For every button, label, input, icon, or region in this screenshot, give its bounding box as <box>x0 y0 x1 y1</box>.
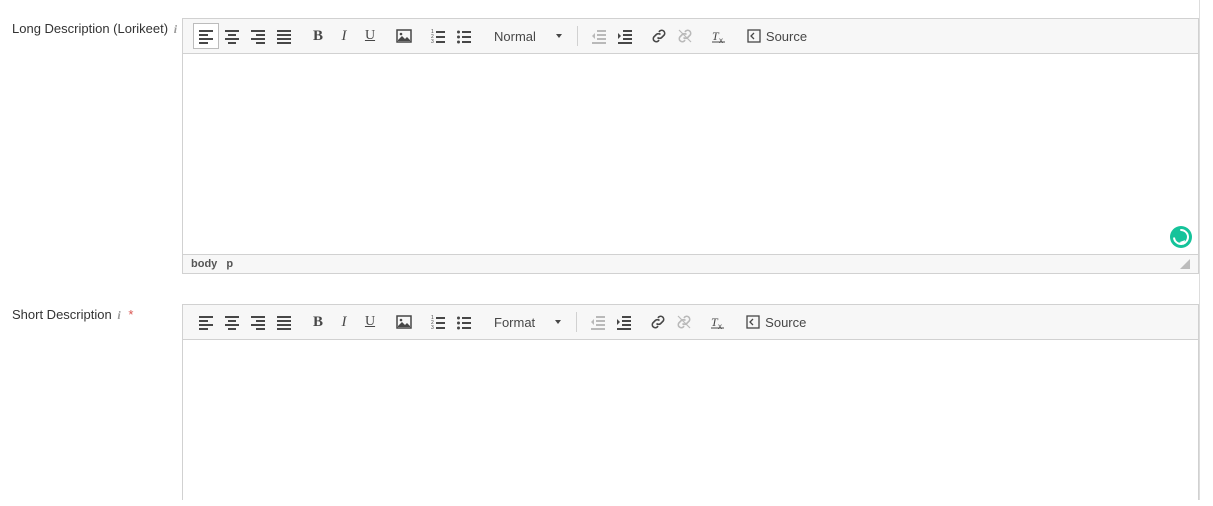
align-right-button[interactable] <box>245 23 271 49</box>
align-justify-button[interactable] <box>271 309 297 335</box>
italic-button[interactable]: I <box>331 23 357 49</box>
source-button[interactable]: Source <box>740 23 813 49</box>
chevron-down-icon <box>556 34 562 38</box>
source-button[interactable]: Source <box>739 309 812 335</box>
link-button[interactable] <box>645 309 671 335</box>
format-selected-label: Format <box>494 315 535 330</box>
underline-button[interactable]: U <box>357 23 383 49</box>
numbered-list-button[interactable] <box>425 23 451 49</box>
long-description-row: Long Description (Lorikeet) i B I U <box>12 18 1199 274</box>
outdent-button[interactable] <box>586 23 612 49</box>
path-segment[interactable]: body <box>191 258 217 270</box>
remove-format-button[interactable] <box>706 23 732 49</box>
source-icon <box>746 28 762 44</box>
bold-button[interactable]: B <box>305 23 331 49</box>
chevron-down-icon <box>555 320 561 324</box>
align-left-button[interactable] <box>193 309 219 335</box>
field-label-text: Short Description <box>12 307 112 322</box>
remove-format-button[interactable] <box>705 309 731 335</box>
format-dropdown[interactable]: Normal <box>485 23 569 49</box>
format-selected-label: Normal <box>494 29 536 44</box>
editor-content-area[interactable] <box>183 340 1198 500</box>
unlink-button[interactable] <box>671 309 697 335</box>
format-dropdown[interactable]: Format <box>485 309 568 335</box>
info-icon[interactable]: i <box>117 307 120 324</box>
bullet-list-button[interactable] <box>451 309 477 335</box>
field-label-text: Long Description (Lorikeet) <box>12 21 168 36</box>
required-indicator: * <box>128 307 133 322</box>
editor-toolbar: B I U Format <box>183 305 1198 340</box>
align-center-button[interactable] <box>219 309 245 335</box>
short-description-row: Short Description i * B I U <box>12 304 1199 500</box>
bold-button[interactable]: B <box>305 309 331 335</box>
align-center-button[interactable] <box>219 23 245 49</box>
unlink-button[interactable] <box>672 23 698 49</box>
align-left-button[interactable] <box>193 23 219 49</box>
align-right-button[interactable] <box>245 309 271 335</box>
italic-button[interactable]: I <box>331 309 357 335</box>
source-icon <box>745 314 761 330</box>
long-description-editor: B I U Normal <box>182 18 1199 274</box>
source-label: Source <box>765 315 806 330</box>
short-description-label: Short Description i * <box>12 304 182 324</box>
toolbar-separator <box>577 26 578 46</box>
editor-elements-path: body p <box>183 254 1198 273</box>
image-button[interactable] <box>391 23 417 49</box>
long-description-label: Long Description (Lorikeet) i <box>12 18 182 38</box>
resize-handle[interactable] <box>1180 259 1190 269</box>
bullet-list-button[interactable] <box>451 23 477 49</box>
short-description-editor: B I U Format <box>182 304 1199 500</box>
grammarly-icon[interactable] <box>1170 226 1192 248</box>
indent-button[interactable] <box>611 309 637 335</box>
outdent-button[interactable] <box>585 309 611 335</box>
editor-content-area[interactable] <box>183 54 1198 254</box>
indent-button[interactable] <box>612 23 638 49</box>
source-label: Source <box>766 29 807 44</box>
info-icon[interactable]: i <box>174 21 177 38</box>
link-button[interactable] <box>646 23 672 49</box>
align-justify-button[interactable] <box>271 23 297 49</box>
editor-toolbar: B I U Normal <box>183 19 1198 54</box>
numbered-list-button[interactable] <box>425 309 451 335</box>
image-button[interactable] <box>391 309 417 335</box>
path-segment[interactable]: p <box>226 258 233 270</box>
underline-button[interactable]: U <box>357 309 383 335</box>
toolbar-separator <box>576 312 577 332</box>
